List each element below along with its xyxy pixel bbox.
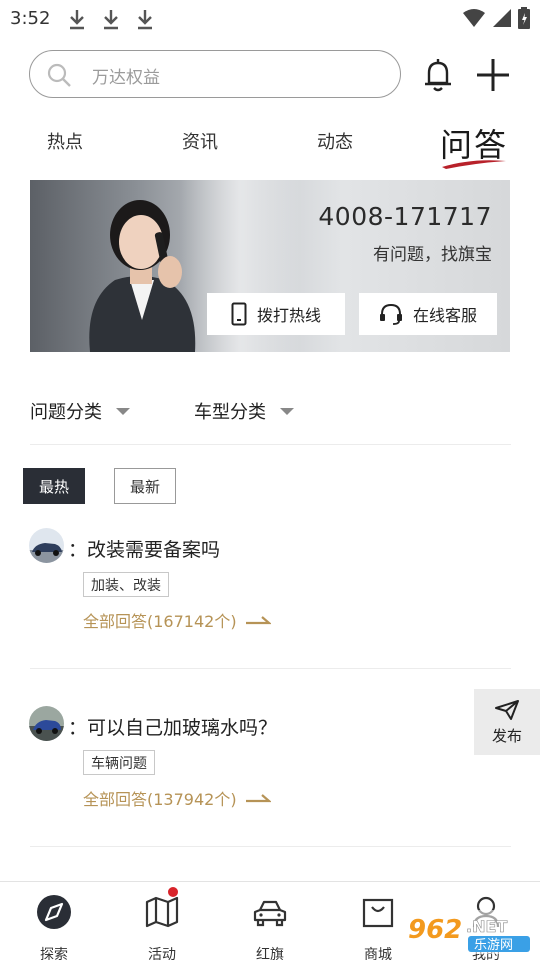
publish-button[interactable]: 发布 <box>474 689 540 755</box>
tab-qa[interactable]: 问答 <box>436 120 512 170</box>
banner-slogan: 有问题，找旗宝 <box>373 245 492 265</box>
hotline-number: 4008-171717 <box>318 202 492 231</box>
search-icon <box>47 63 71 87</box>
phone-icon <box>231 302 247 326</box>
svg-text:962: 962 <box>408 915 462 945</box>
shopping-bag-icon <box>362 898 394 928</box>
nav-hongqi-label: 红旗 <box>256 947 284 960</box>
divider <box>30 668 511 669</box>
wifi-icon <box>463 9 485 27</box>
headset-icon <box>379 303 402 325</box>
sort-hot-button[interactable]: 最热 <box>23 468 85 504</box>
customer-service-agent-image <box>89 200 196 352</box>
call-hotline-button[interactable]: 拨打热线 <box>207 293 345 335</box>
svg-text:.NET: .NET <box>466 917 507 936</box>
caret-down-icon <box>116 407 130 415</box>
question-title[interactable]: ：改装需要备案吗 <box>68 535 220 562</box>
long-arrow-right-icon <box>245 794 271 803</box>
divider <box>30 444 511 445</box>
notification-bell-icon[interactable] <box>420 56 456 94</box>
question-tag[interactable]: 车辆问题 <box>83 750 155 775</box>
search-placeholder: 万达权益 <box>92 68 160 88</box>
nav-activity-label: 活动 <box>148 947 176 960</box>
nav-activity[interactable]: 活动 <box>122 890 202 960</box>
svg-text:乐游网: 乐游网 <box>474 938 513 953</box>
nav-explore[interactable]: 探索 <box>14 890 94 960</box>
divider <box>30 846 511 847</box>
download-icon <box>104 10 118 30</box>
question-tag[interactable]: 加装、改装 <box>83 572 169 597</box>
all-answers-label: 全部回答(167142个) <box>83 612 237 631</box>
all-answers-link[interactable]: 全部回答(137942个) <box>83 786 271 810</box>
caret-down-icon <box>280 407 294 415</box>
avatar-car-image <box>29 528 64 563</box>
status-time: 3:52 <box>10 8 51 29</box>
long-arrow-right-icon <box>245 616 271 625</box>
battery-icon <box>518 7 530 29</box>
nav-hongqi[interactable]: 红旗 <box>230 890 310 960</box>
notification-badge <box>168 887 178 897</box>
all-answers-link[interactable]: 全部回答(167142个) <box>83 608 271 632</box>
car-icon <box>253 900 287 927</box>
tab-hot[interactable]: 热点 <box>47 128 83 154</box>
sort-new-button[interactable]: 最新 <box>114 468 176 504</box>
avatar[interactable] <box>29 706 64 741</box>
tab-active-underline <box>442 160 506 169</box>
tab-news[interactable]: 资讯 <box>182 128 218 154</box>
car-category-label: 车型分类 <box>194 402 266 423</box>
search-input[interactable]: 万达权益 <box>29 50 401 98</box>
all-answers-label: 全部回答(137942个) <box>83 790 237 809</box>
paper-plane-icon <box>495 699 519 720</box>
explore-compass-icon <box>37 895 71 929</box>
call-hotline-label: 拨打热线 <box>256 306 321 325</box>
status-bar: 3:52 <box>0 0 540 38</box>
site-watermark-logo: 962 .NET 乐游网 <box>402 910 534 954</box>
question-category-dropdown[interactable]: 问题分类 <box>30 398 130 424</box>
online-service-label: 在线客服 <box>412 306 477 325</box>
car-category-dropdown[interactable]: 车型分类 <box>194 398 294 424</box>
map-icon <box>145 896 179 928</box>
online-service-button[interactable]: 在线客服 <box>359 293 497 335</box>
download-icon <box>138 10 152 30</box>
question-category-label: 问题分类 <box>30 402 102 423</box>
add-icon[interactable] <box>474 56 512 94</box>
download-icon <box>70 10 84 30</box>
service-banner[interactable]: 4008-171717 有问题，找旗宝 拨打热线 在线客服 <box>30 180 510 352</box>
tab-moments[interactable]: 动态 <box>317 128 353 154</box>
question-title[interactable]: ：可以自己加玻璃水吗？ <box>68 713 277 740</box>
publish-label: 发布 <box>491 726 522 745</box>
avatar[interactable] <box>29 528 64 563</box>
avatar-car-image <box>29 706 64 741</box>
signal-icon <box>493 9 511 27</box>
nav-explore-label: 探索 <box>40 947 68 960</box>
